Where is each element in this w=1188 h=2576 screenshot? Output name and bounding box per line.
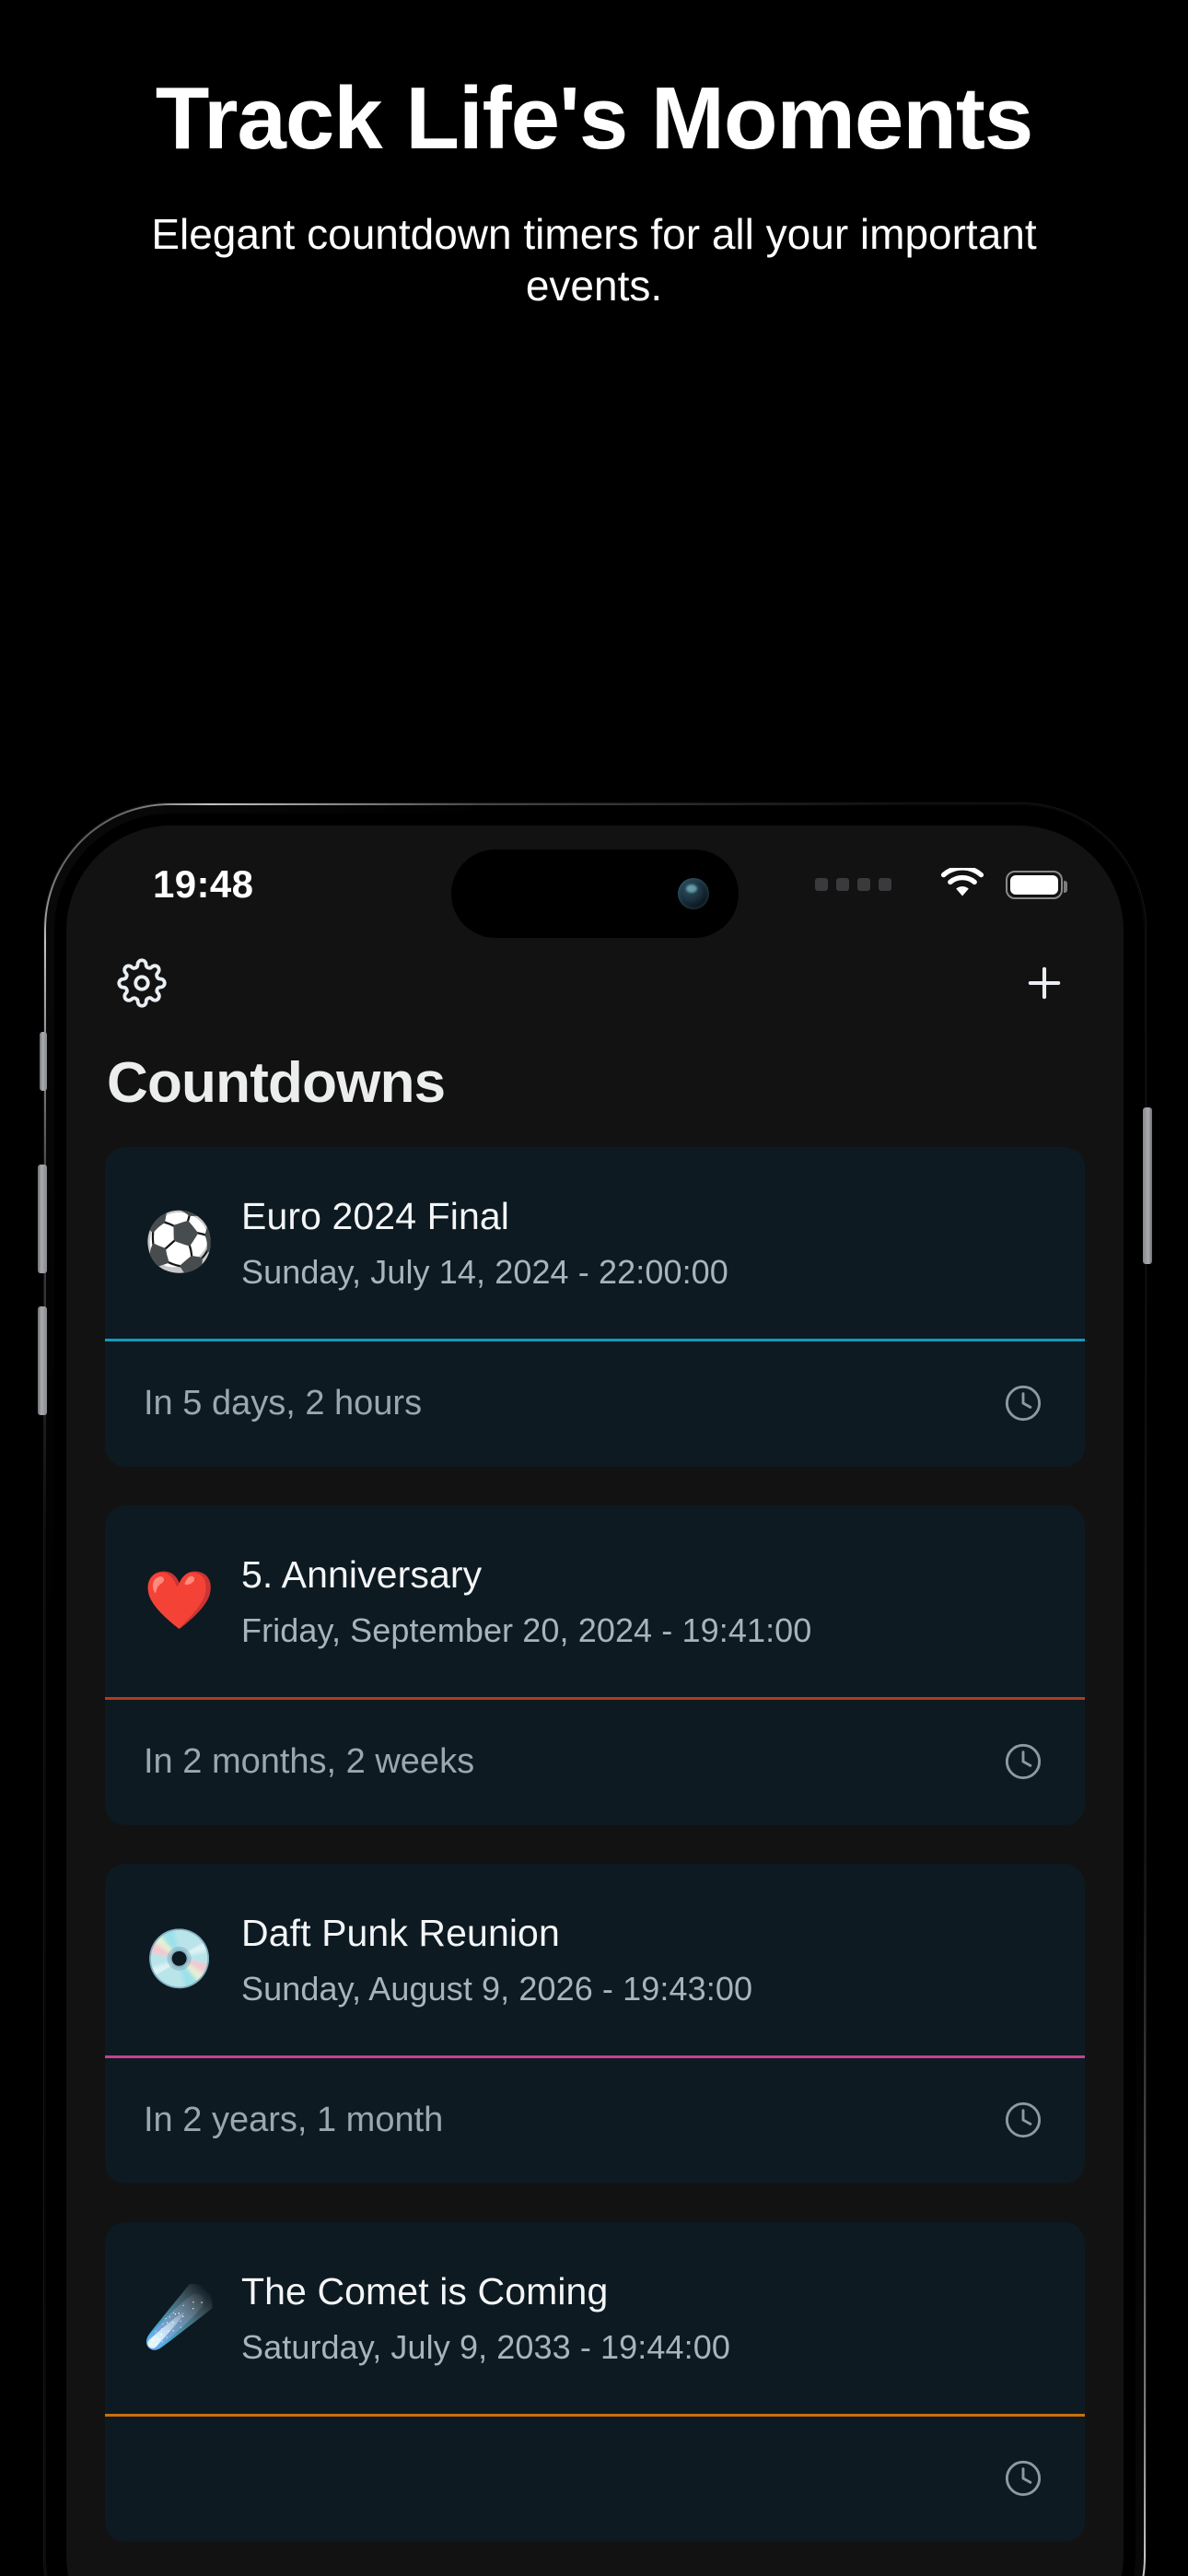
countdown-card-text: 5. Anniversary Friday, September 20, 202… <box>241 1553 811 1650</box>
wifi-icon <box>940 868 984 896</box>
countdown-title: 5. Anniversary <box>241 1552 483 1596</box>
phone-device-frame: 19:48 Countdowns ⚽ Euro 2024 Final Sunda… <box>38 803 1152 2576</box>
add-countdown-button[interactable] <box>1006 944 1083 1022</box>
volume-up-button[interactable] <box>38 1165 47 1273</box>
optical-disk-emoji: 💿 <box>144 1927 215 1991</box>
countdown-card-footer[interactable]: In 2 years, 1 month <box>105 2058 1085 2184</box>
countdown-title: Daft Punk Reunion <box>241 1911 560 1954</box>
promo-header: Track Life's Moments Elegant countdown t… <box>0 0 1188 311</box>
countdown-card-header[interactable]: ❤️ 5. Anniversary Friday, September 20, … <box>105 1505 1085 1697</box>
plus-icon <box>1028 966 1061 1000</box>
countdown-date: Saturday, July 9, 2033 - 19:44:00 <box>241 2327 730 2366</box>
countdown-date: Sunday, August 9, 2026 - 19:43:00 <box>241 1969 753 2008</box>
clock-icon <box>1005 2460 1042 2497</box>
countdown-card-header[interactable]: 💿 Daft Punk Reunion Sunday, August 9, 20… <box>105 1864 1085 2055</box>
countdown-date: Sunday, July 14, 2024 - 22:00:00 <box>241 1252 728 1291</box>
battery-full-icon <box>1006 870 1067 899</box>
clock-icon <box>1005 1743 1042 1780</box>
countdown-card-text: Daft Punk Reunion Sunday, August 9, 2026… <box>241 1912 752 2008</box>
power-button[interactable] <box>1143 1107 1152 1264</box>
countdown-list: ⚽ Euro 2024 Final Sunday, July 14, 2024 … <box>66 1147 1124 2542</box>
status-bar-time: 19:48 <box>153 862 254 906</box>
countdown-card[interactable]: ⚽ Euro 2024 Final Sunday, July 14, 2024 … <box>105 1147 1085 1467</box>
countdown-card-text: Euro 2024 Final Sunday, July 14, 2024 - … <box>241 1195 728 1292</box>
app-nav-bar <box>66 929 1124 1037</box>
countdown-title: The Comet is Coming <box>241 2269 609 2313</box>
comet-emoji: ☄️ <box>144 2286 215 2349</box>
clock-icon <box>1005 1385 1042 1422</box>
countdown-relative-time: In 2 years, 1 month <box>144 2100 444 2139</box>
countdown-card-footer[interactable] <box>105 2417 1085 2542</box>
promo-title: Track Life's Moments <box>155 69 1033 168</box>
promo-screenshot-page: Track Life's Moments Elegant countdown t… <box>0 0 1188 2576</box>
countdown-title: Euro 2024 Final <box>241 1194 509 1237</box>
clock-icon <box>1005 2102 1042 2138</box>
countdown-card-header[interactable]: ☄️ The Comet is Coming Saturday, July 9,… <box>105 2222 1085 2414</box>
status-bar: 19:48 <box>66 825 1124 938</box>
countdown-card-footer[interactable]: In 2 months, 2 weeks <box>105 1700 1085 1825</box>
countdown-card[interactable]: ☄️ The Comet is Coming Saturday, July 9,… <box>105 2222 1085 2542</box>
red-heart-emoji: ❤️ <box>144 1569 215 1633</box>
soccer-ball-emoji: ⚽ <box>144 1211 215 1274</box>
gear-icon <box>117 958 167 1008</box>
countdown-relative-time: In 2 months, 2 weeks <box>144 1741 475 1781</box>
front-camera-lens <box>678 878 709 909</box>
phone-screen: 19:48 Countdowns ⚽ Euro 2024 Final Sunda… <box>66 825 1124 2576</box>
promo-subtitle: Elegant countdown timers for all your im… <box>151 209 1037 310</box>
dynamic-island <box>451 849 739 938</box>
countdown-card[interactable]: ❤️ 5. Anniversary Friday, September 20, … <box>105 1505 1085 1825</box>
countdown-relative-time: In 5 days, 2 hours <box>144 1383 423 1423</box>
countdown-card-header[interactable]: ⚽ Euro 2024 Final Sunday, July 14, 2024 … <box>105 1147 1085 1339</box>
action-button[interactable] <box>40 1032 47 1091</box>
settings-button[interactable] <box>103 944 181 1022</box>
volume-down-button[interactable] <box>38 1306 47 1415</box>
status-bar-indicators <box>815 868 1067 901</box>
countdown-date: Friday, September 20, 2024 - 19:41:00 <box>241 1610 812 1649</box>
countdown-card[interactable]: 💿 Daft Punk Reunion Sunday, August 9, 20… <box>105 1864 1085 2184</box>
countdown-card-footer[interactable]: In 5 days, 2 hours <box>105 1341 1085 1467</box>
countdown-card-text: The Comet is Coming Saturday, July 9, 20… <box>241 2270 730 2367</box>
page-title: Countdowns <box>107 1051 446 1115</box>
signal-dots-icon <box>815 878 891 891</box>
